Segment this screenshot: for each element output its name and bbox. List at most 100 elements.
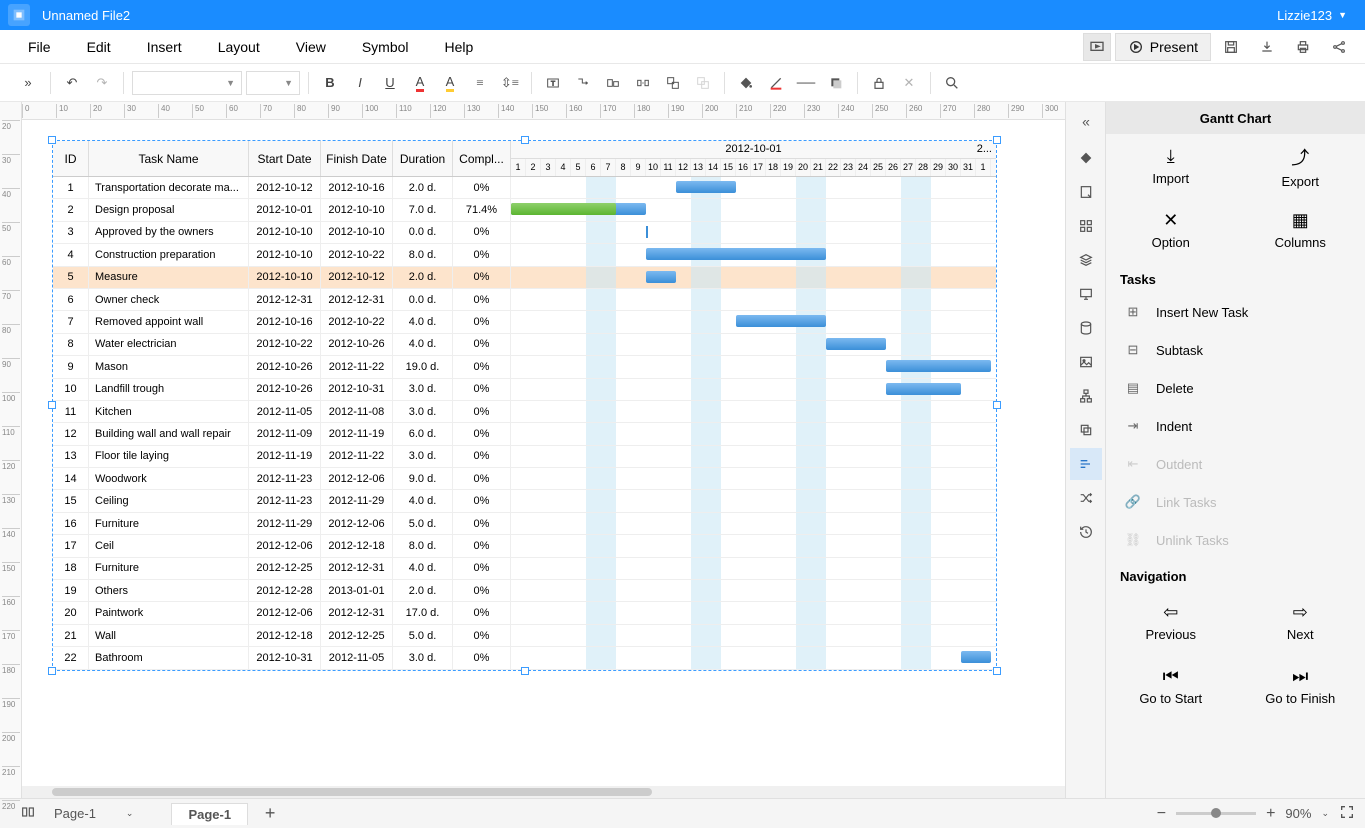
underline-icon[interactable]: U [377,70,403,96]
gantt-chart-object[interactable]: ID Task Name Start Date Finish Date Dura… [52,140,997,671]
resize-handle[interactable] [521,136,529,144]
gantt-row[interactable]: 17Ceil2012-12-062012-12-188.0 d.0% [53,535,996,557]
font-color-icon[interactable]: A [407,70,433,96]
gantt-row[interactable]: 6Owner check2012-12-312012-12-310.0 d.0% [53,289,996,311]
line-color-icon[interactable] [763,70,789,96]
image-icon[interactable] [1070,346,1102,378]
canvas[interactable]: ID Task Name Start Date Finish Date Dura… [22,120,1065,798]
italic-icon[interactable]: I [347,70,373,96]
app-logo[interactable] [8,4,30,26]
menu-edit[interactable]: Edit [69,39,129,55]
gantt-row[interactable]: 7Removed appoint wall2012-10-162012-10-2… [53,311,996,333]
delete-button[interactable]: ▤Delete [1106,369,1365,407]
gantt-row[interactable]: 3Approved by the owners2012-10-102012-10… [53,222,996,244]
menu-help[interactable]: Help [427,39,492,55]
hierarchy-icon[interactable] [1070,380,1102,412]
copy-format-icon[interactable] [1070,414,1102,446]
page-selector[interactable]: Page-1⌄ [46,806,141,821]
theme-icon[interactable] [1070,142,1102,174]
slideshow-button[interactable] [1083,33,1111,61]
zoom-out-button[interactable]: − [1157,805,1166,823]
layers-icon[interactable] [690,70,716,96]
distribute-icon[interactable] [630,70,656,96]
save-icon[interactable] [1215,34,1247,60]
columns-button[interactable]: ▦Columns [1236,198,1365,262]
gantt-row[interactable]: 4Construction preparation2012-10-102012-… [53,244,996,266]
collapse-panel-icon[interactable]: » [1070,108,1102,140]
gantt-row[interactable]: 1Transportation decorate ma...2012-10-12… [53,177,996,199]
data-icon[interactable] [1070,312,1102,344]
menu-file[interactable]: File [10,39,69,55]
group-icon[interactable] [660,70,686,96]
next-button[interactable]: ⇨Next [1236,590,1365,654]
gantt-row[interactable]: 22Bathroom2012-10-312012-11-053.0 d.0% [53,647,996,669]
gantt-row[interactable]: 9Mason2012-10-262012-11-2219.0 d.0% [53,356,996,378]
gantt-row[interactable]: 12Building wall and wall repair2012-11-0… [53,423,996,445]
resize-handle[interactable] [48,401,56,409]
menu-view[interactable]: View [278,39,344,55]
share-icon[interactable] [1323,34,1355,60]
lock-icon[interactable] [866,70,892,96]
menu-insert[interactable]: Insert [129,39,200,55]
print-icon[interactable] [1287,34,1319,60]
resize-handle[interactable] [993,136,1001,144]
fill-icon[interactable] [733,70,759,96]
export-button[interactable]: ⤴Export [1236,134,1365,198]
gantt-row[interactable]: 19Others2012-12-282013-01-012.0 d.0% [53,580,996,602]
page-icon[interactable] [1070,176,1102,208]
resize-handle[interactable] [48,136,56,144]
gantt-row[interactable]: 13Floor tile laying2012-11-192012-11-223… [53,446,996,468]
connector-icon[interactable] [570,70,596,96]
gantt-row[interactable]: 14Woodwork2012-11-232012-12-069.0 d.0% [53,468,996,490]
page-tab[interactable]: Page-1 [171,803,248,825]
menu-layout[interactable]: Layout [200,39,278,55]
previous-button[interactable]: ⇦Previous [1106,590,1236,654]
present-button[interactable]: Present [1115,33,1211,61]
text-box-icon[interactable]: T [540,70,566,96]
subtask-button[interactable]: ⊟Subtask [1106,331,1365,369]
gantt-row[interactable]: 20Paintwork2012-12-062012-12-3117.0 d.0% [53,602,996,624]
shuffle-icon[interactable] [1070,482,1102,514]
line-spacing-icon[interactable]: ⇳≡ [497,70,523,96]
align-objects-icon[interactable] [600,70,626,96]
gantt-row[interactable]: 10Landfill trough2012-10-262012-10-313.0… [53,379,996,401]
undo-icon[interactable]: ↶ [59,70,85,96]
import-button[interactable]: ⤓Import [1106,134,1236,198]
zoom-in-button[interactable]: + [1266,805,1275,823]
shadow-icon[interactable] [823,70,849,96]
font-size-combo[interactable]: ▼ [246,71,300,95]
resize-handle[interactable] [48,667,56,675]
gantt-panel-icon[interactable] [1070,448,1102,480]
gantt-row[interactable]: 8Water electrician2012-10-222012-10-264.… [53,334,996,356]
highlight-icon[interactable]: A [437,70,463,96]
zoom-level[interactable]: 90% [1285,806,1311,821]
go-to-start-button[interactable]: ⏮Go to Start [1106,654,1236,718]
user-menu[interactable]: Lizzie123▼ [1267,8,1357,23]
indent-button[interactable]: ⇥Indent [1106,407,1365,445]
option-button[interactable]: ✕Option [1106,198,1236,262]
gantt-row[interactable]: 18Furniture2012-12-252012-12-314.0 d.0% [53,558,996,580]
font-family-combo[interactable]: ▼ [132,71,242,95]
download-icon[interactable] [1251,34,1283,60]
gantt-row[interactable]: 21Wall2012-12-182012-12-255.0 d.0% [53,625,996,647]
search-icon[interactable] [939,70,965,96]
bold-icon[interactable]: B [317,70,343,96]
gantt-row[interactable]: 11Kitchen2012-11-052012-11-083.0 d.0% [53,401,996,423]
fullscreen-icon[interactable] [1339,804,1355,823]
layers-panel-icon[interactable] [1070,244,1102,276]
gantt-row[interactable]: 5Measure2012-10-102012-10-122.0 d.0% [53,267,996,289]
settings-icon[interactable]: ✕ [896,70,922,96]
go-to-finish-button[interactable]: ⏭Go to Finish [1236,654,1365,718]
grid-icon[interactable] [1070,210,1102,242]
presentation-icon[interactable] [1070,278,1102,310]
history-icon[interactable] [1070,516,1102,548]
gantt-row[interactable]: 2Design proposal2012-10-012012-10-107.0 … [53,199,996,221]
menu-symbol[interactable]: Symbol [344,39,427,55]
zoom-slider[interactable] [1176,812,1256,815]
insert-new-task-button[interactable]: ⊞Insert New Task [1106,293,1365,331]
redo-icon[interactable]: ↷ [89,70,115,96]
gantt-row[interactable]: 15Ceiling2012-11-232012-11-294.0 d.0% [53,490,996,512]
align-icon[interactable]: ≡ [467,70,493,96]
line-style-icon[interactable]: ── [793,70,819,96]
expand-toolbar-icon[interactable]: » [14,70,42,96]
